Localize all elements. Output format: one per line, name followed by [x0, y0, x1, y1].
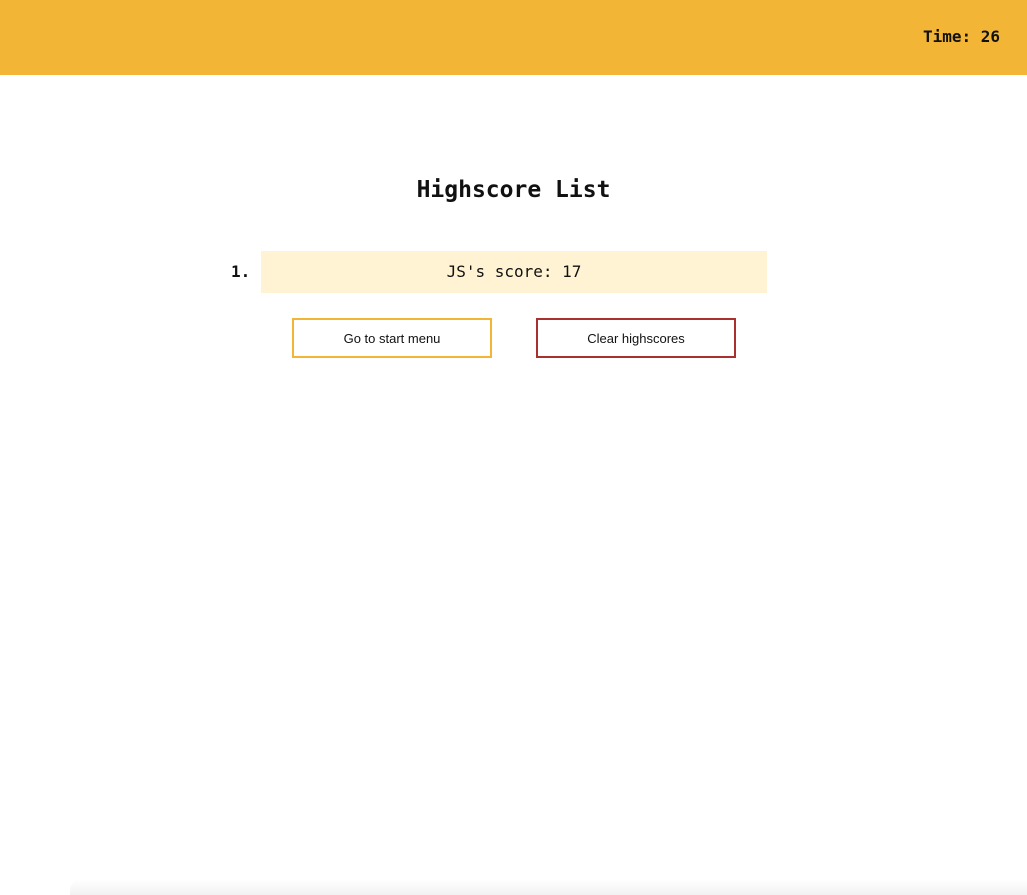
- score-entry: JS's score: 17: [261, 251, 767, 293]
- header-bar: Time: 26: [0, 0, 1027, 75]
- list-item: 1. JS's score: 17: [0, 251, 1027, 293]
- bottom-shadow: [70, 879, 1027, 895]
- go-to-start-menu-button[interactable]: Go to start menu: [292, 318, 492, 358]
- highscore-list: 1. JS's score: 17: [0, 251, 1027, 293]
- timer-display: Time: 26: [922, 27, 1000, 46]
- clear-highscores-button[interactable]: Clear highscores: [536, 318, 736, 358]
- score-rank: 1.: [231, 262, 251, 281]
- page-title: Highscore List: [416, 177, 611, 203]
